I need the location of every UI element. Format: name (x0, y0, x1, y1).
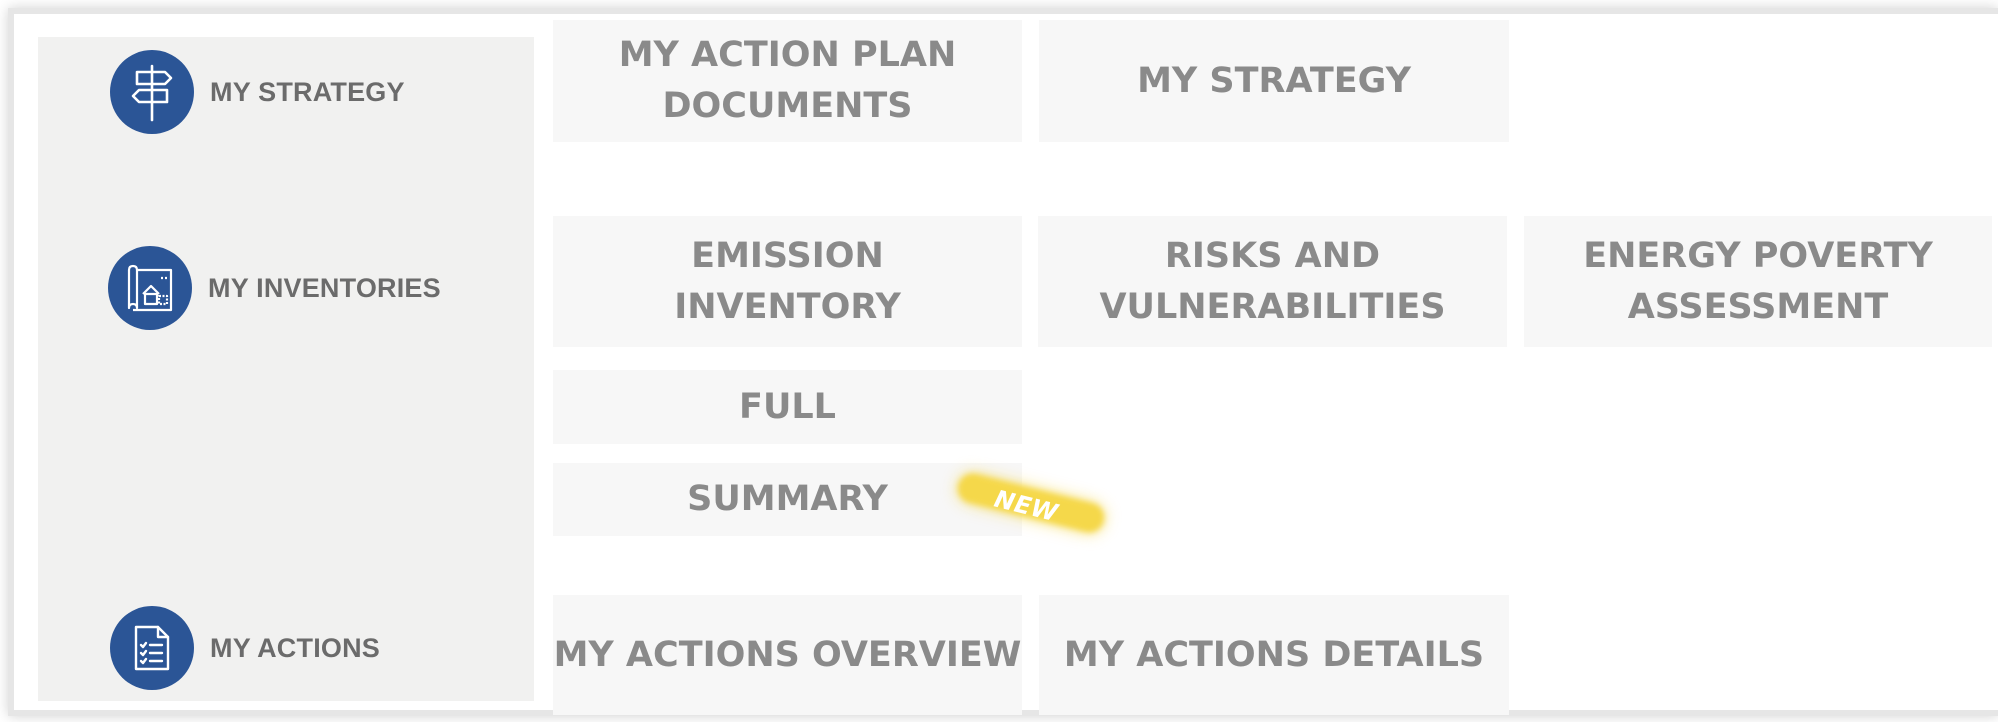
tile-my-strategy[interactable]: MY STRATEGY (1039, 20, 1509, 142)
sidebar (38, 37, 534, 701)
tile-actions-details[interactable]: MY ACTIONS DETAILS (1039, 595, 1509, 715)
tile-actions-overview[interactable]: MY ACTIONS OVERVIEW (553, 595, 1022, 715)
checklist-icon (110, 606, 194, 690)
signpost-icon (110, 50, 194, 134)
tile-energy-poverty-assessment[interactable]: ENERGY POVERTY ASSESSMENT (1524, 216, 1992, 347)
section-label-my-actions: MY ACTIONS (210, 632, 381, 663)
section-my-strategy: MY STRATEGY (110, 50, 405, 134)
tile-risks-vulnerabilities[interactable]: RISKS AND VULNERABILITIES (1038, 216, 1507, 347)
tile-emission-inventory[interactable]: EMISSION INVENTORY (553, 216, 1022, 347)
section-label-my-strategy: MY STRATEGY (210, 76, 405, 107)
blueprint-icon (108, 246, 192, 330)
section-my-actions: MY ACTIONS (110, 606, 380, 690)
tile-action-plan-documents[interactable]: MY ACTION PLAN DOCUMENTS (553, 20, 1022, 142)
tile-summary[interactable]: SUMMARY (553, 463, 1022, 536)
tile-full[interactable]: FULL (553, 370, 1022, 444)
section-my-inventories: MY INVENTORIES (108, 246, 441, 330)
section-label-my-inventories: MY INVENTORIES (208, 272, 441, 303)
